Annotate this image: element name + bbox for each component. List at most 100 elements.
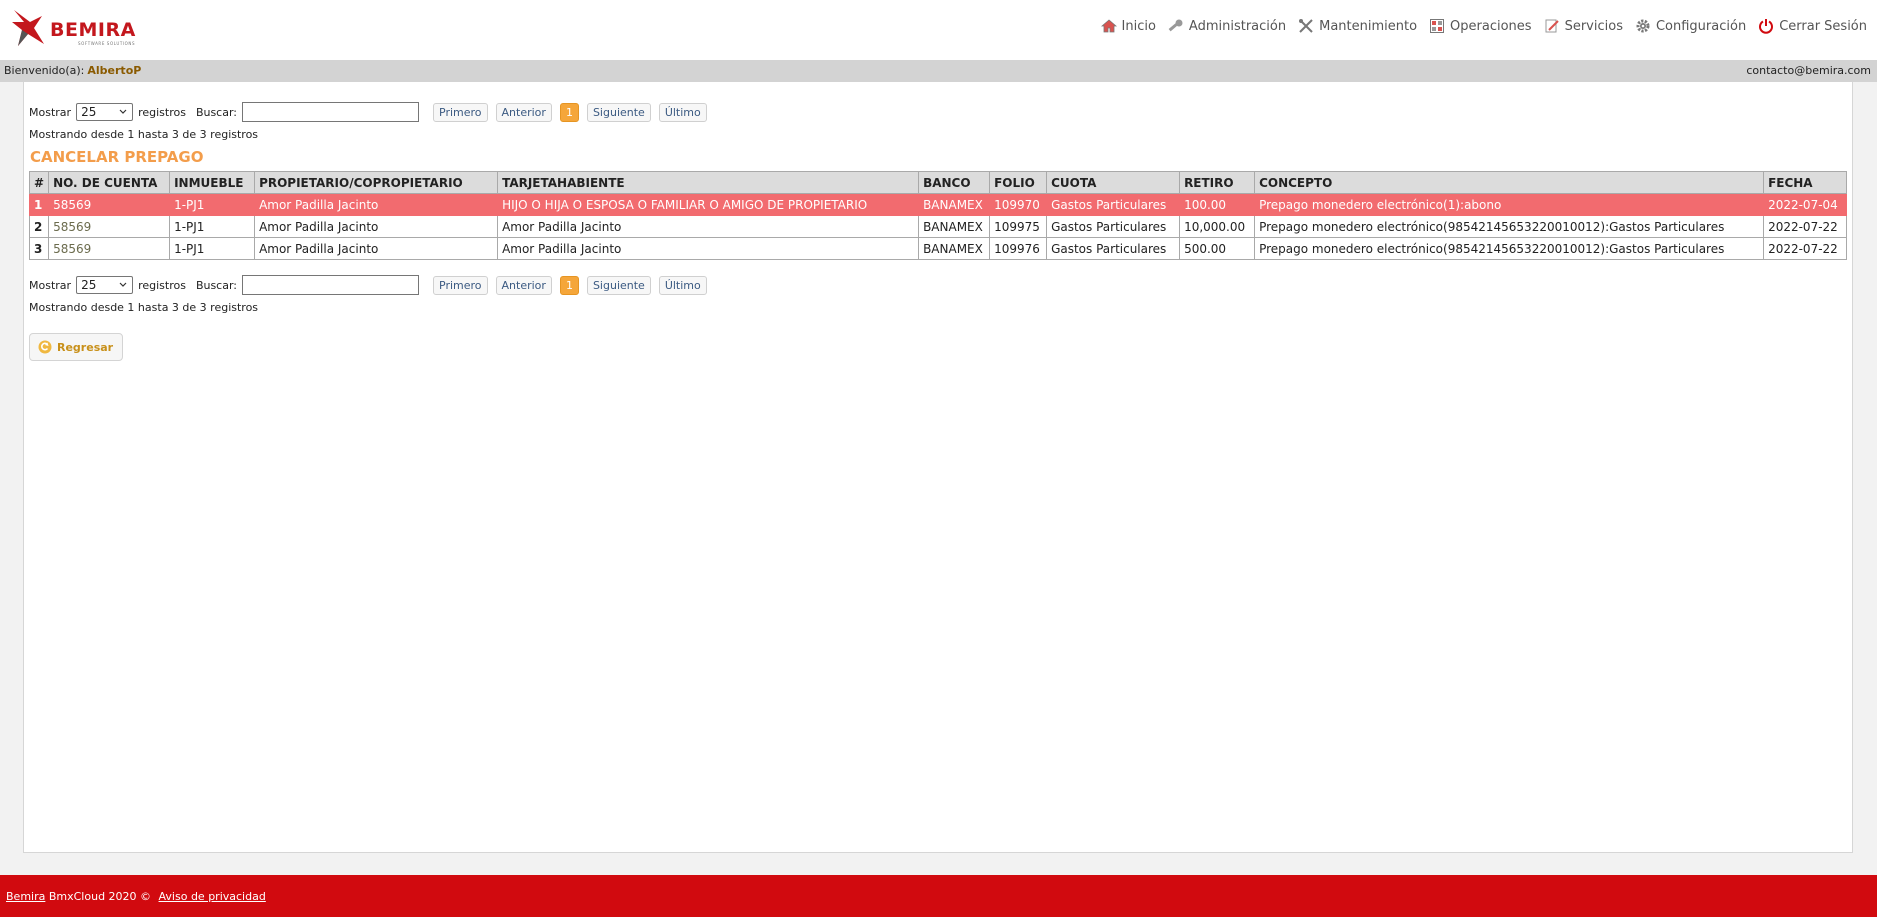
cell-number: 1 [28,193,50,216]
cell-banco: BANAMEX [918,215,991,238]
show-label: Mostrar [29,105,72,119]
cell-propietario: Amor Padilla Jacinto [254,237,499,260]
show-label: Mostrar [29,278,72,292]
search-input[interactable] [242,102,420,122]
edit-icon [1545,19,1559,33]
page-size-select[interactable]: 25 [76,103,134,121]
search-input[interactable] [242,275,420,295]
cuenta-link[interactable]: 58569 [53,198,91,212]
pager-first-button[interactable]: Primero [433,102,488,122]
table-header-row: # NO. DE CUENTA INMUEBLE PROPIETARIO/COP… [28,171,1847,194]
nav-label: Inicio [1121,18,1156,34]
chevron-down-icon [119,282,127,287]
col-fecha[interactable]: FECHA [1763,171,1847,194]
cell-banco: BANAMEX [918,237,991,260]
cell-tarjetahabiente: Amor Padilla Jacinto [497,215,920,238]
search-label: Buscar: [195,278,238,292]
cell-fecha: 2022-07-22 [1763,215,1847,238]
records-label: registros [138,278,186,292]
table-controls-bottom: Mostrar 25 registros Buscar: Primero Ant… [29,275,707,295]
footer-text: Bemira BmxCloud 2020 © Aviso de privacid… [6,890,266,903]
app-header: BEMIRA SOFTWARE SOLUTIONS Inicio Adminis… [0,0,1877,60]
col-folio[interactable]: FOLIO [989,171,1048,194]
col-banco[interactable]: BANCO [918,171,991,194]
brand-tagline: SOFTWARE SOLUTIONS [78,41,136,46]
cell-tarjetahabiente: HIJO O HIJA O ESPOSA O FAMILIAR O AMIGO … [497,193,920,216]
main-panel: Mostrar 25 registros Buscar: Primero Ant… [23,82,1853,853]
col-number[interactable]: # [28,171,50,194]
cell-number: 3 [28,237,50,260]
pager-next-button[interactable]: Siguiente [586,102,651,122]
search-label: Buscar: [195,105,238,119]
col-retiro[interactable]: RETIRO [1179,171,1256,194]
pager-prev-button[interactable]: Anterior [495,275,552,295]
col-cuenta[interactable]: NO. DE CUENTA [48,171,171,194]
cell-inmueble: 1-PJ1 [169,193,256,216]
col-concepto[interactable]: CONCEPTO [1254,171,1765,194]
home-icon [1100,19,1117,33]
nav-label: Servicios [1564,18,1623,34]
cell-folio: 109975 [989,215,1048,238]
cell-concepto: Prepago monedero electrónico(1):abono [1254,193,1765,216]
cell-banco: BANAMEX [918,193,991,216]
col-tarjetahabiente[interactable]: TARJETAHABIENTE [497,171,920,194]
cell-cuota: Gastos Particulares [1046,237,1181,260]
cell-fecha: 2022-07-22 [1763,237,1847,260]
cell-cuenta: 58569 [48,237,171,260]
cell-concepto: Prepago monedero electrónico(98542145653… [1254,215,1765,238]
page-title: CANCELAR PREPAGO [30,148,204,166]
pager-first-button[interactable]: Primero [433,275,488,295]
back-button[interactable]: Regresar [29,333,124,361]
nav-label: Configuración [1655,18,1747,34]
nav-label: Mantenimiento [1319,18,1418,34]
cell-retiro: 500.00 [1179,237,1256,260]
pager-next-button[interactable]: Siguiente [586,275,651,295]
cell-cuenta: 58569 [48,193,171,216]
records-info-top: Mostrando desde 1 hasta 3 de 3 registros [29,128,259,141]
records-info-bottom: Mostrando desde 1 hasta 3 de 3 registros [29,301,259,314]
prepago-table: # NO. DE CUENTA INMUEBLE PROPIETARIO/COP… [28,171,1847,260]
pager-page-button[interactable]: 1 [559,275,579,295]
table-row[interactable]: 3 58569 1-PJ1 Amor Padilla Jacinto Amor … [28,237,1847,260]
col-propietario[interactable]: PROPIETARIO/COPROPIETARIO [254,171,499,194]
pager-prev-button[interactable]: Anterior [495,102,552,122]
brand-name: BEMIRA [50,19,136,41]
contact-email: contacto@bemira.com [1746,64,1871,77]
privacy-link[interactable]: Aviso de privacidad [159,890,266,903]
pager-last-button[interactable]: Último [658,275,707,295]
nav-operaciones[interactable]: Operaciones [1429,18,1532,34]
welcome-user: AlbertoP [87,64,142,77]
nav-cerrar-sesion[interactable]: Cerrar Sesión [1758,18,1867,34]
nav-label: Administración [1188,18,1287,34]
nav-administracion[interactable]: Administración [1168,18,1286,34]
footer-brand-link[interactable]: Bemira [6,890,45,903]
welcome-label: Bienvenido(a): [4,64,85,77]
cuenta-link[interactable]: 58569 [53,220,91,234]
col-cuota[interactable]: CUOTA [1046,171,1181,194]
cell-inmueble: 1-PJ1 [169,215,256,238]
pagination-bottom: Primero Anterior 1 Siguiente Último [433,275,707,295]
page-size-value: 25 [81,278,97,292]
power-icon [1759,19,1774,34]
cuenta-link[interactable]: 58569 [53,242,91,256]
chevron-down-icon [119,109,127,114]
pager-page-button[interactable]: 1 [559,102,579,122]
page-size-select[interactable]: 25 [76,276,134,294]
main-nav: Inicio Administración Mantenimiento Oper… [1100,18,1867,34]
page-size-value: 25 [81,105,97,119]
nav-inicio[interactable]: Inicio [1100,18,1156,34]
col-inmueble[interactable]: INMUEBLE [169,171,256,194]
cell-number: 2 [28,215,50,238]
table-row[interactable]: 2 58569 1-PJ1 Amor Padilla Jacinto Amor … [28,215,1847,238]
cell-cuota: Gastos Particulares [1046,215,1181,238]
footer-copyright: BmxCloud 2020 © [45,890,155,903]
welcome-text: Bienvenido(a): AlbertoP [4,64,141,77]
bemira-logo[interactable]: BEMIRA SOFTWARE SOLUTIONS [12,8,142,52]
nav-mantenimiento[interactable]: Mantenimiento [1298,18,1417,34]
back-button-label: Regresar [57,340,114,354]
nav-servicios[interactable]: Servicios [1544,18,1623,34]
nav-configuracion[interactable]: Configuración [1635,18,1746,34]
table-row[interactable]: 1 58569 1-PJ1 Amor Padilla Jacinto HIJO … [28,193,1847,216]
page-footer: Bemira BmxCloud 2020 © Aviso de privacid… [0,875,1877,917]
pager-last-button[interactable]: Último [658,102,707,122]
